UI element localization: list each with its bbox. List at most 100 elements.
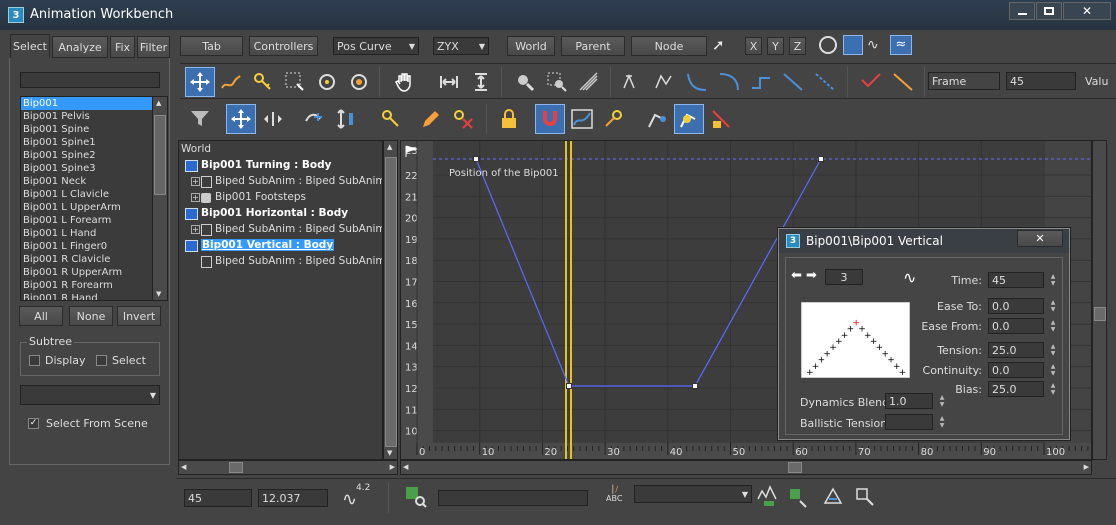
tcb-curve-icon[interactable]: ∿ xyxy=(903,268,916,287)
track-tree[interactable]: World Bip001 Turning : Body + Biped SubAnim… xyxy=(178,140,383,460)
zoom-region-icon[interactable] xyxy=(542,67,572,97)
list-item[interactable]: Bip001 R Forearm xyxy=(21,279,153,292)
filter-funnel-icon[interactable] xyxy=(185,104,215,134)
track-set-dropdown[interactable]: ▼ xyxy=(634,485,752,503)
time-spinner[interactable]: ▲ ▼ xyxy=(1047,272,1059,288)
scroll-thumb[interactable] xyxy=(229,462,243,473)
tension-input[interactable]: 25.0 xyxy=(988,342,1044,358)
selection-set-dropdown[interactable]: ▼ xyxy=(20,385,160,405)
ik-delete-icon[interactable] xyxy=(706,104,736,134)
delete-key-icon[interactable] xyxy=(448,104,478,134)
world-button[interactable]: World xyxy=(507,36,555,56)
z-axis-button[interactable]: Z xyxy=(789,37,806,55)
globe-icon[interactable] xyxy=(819,36,837,54)
maximize-button[interactable] xyxy=(1036,2,1062,20)
dynamics-blend-input[interactable]: 1.0 xyxy=(885,393,933,409)
expand-icon[interactable]: + xyxy=(191,177,200,186)
bias-spinner[interactable]: ▲ ▼ xyxy=(1047,381,1059,397)
list-item[interactable]: Bip001 Spine xyxy=(21,123,153,136)
curve-view-icon[interactable] xyxy=(567,104,597,134)
dialog-title-bar[interactable]: 3 Bip001\Bip001 Vertical ✕ xyxy=(779,229,1069,253)
tree-row[interactable]: + Biped SubAnim : Biped SubAnim xyxy=(179,174,382,190)
close-button[interactable]: ✕ xyxy=(1063,2,1111,20)
key-red-icon[interactable] xyxy=(856,67,886,97)
list-item[interactable]: Bip001 Pelvis xyxy=(21,110,153,123)
tree-scrollbar[interactable]: ▲ ▼ xyxy=(383,140,398,460)
tree-row[interactable]: + Biped SubAnim : Biped SubAnim xyxy=(179,222,382,238)
scroll-right-arrow-icon[interactable]: ▶ xyxy=(1084,463,1089,471)
list-item[interactable]: Bip001 Spine1 xyxy=(21,136,153,149)
tangent-fast-icon[interactable] xyxy=(682,67,712,97)
select-from-scene-checkbox[interactable]: ✓ xyxy=(28,418,39,429)
list-item[interactable]: Bip001 R Clavicle xyxy=(21,253,153,266)
move-keys-icon[interactable] xyxy=(185,67,215,97)
expand-icon[interactable]: + xyxy=(191,193,200,202)
minimize-button[interactable] xyxy=(1009,2,1035,20)
tab-filter[interactable]: Filter xyxy=(137,36,170,58)
target-icon[interactable] xyxy=(312,67,342,97)
scroll-down-arrow-icon[interactable]: ▼ xyxy=(156,290,161,298)
list-item[interactable]: Bip001 L Hand xyxy=(21,227,153,240)
frame-input[interactable]: 45 xyxy=(1006,72,1076,90)
tangent-slow-icon[interactable] xyxy=(714,67,744,97)
list-item[interactable]: Bip001 Spine2 xyxy=(21,149,153,162)
name-filter-input[interactable] xyxy=(20,72,160,88)
graph-vscrollbar[interactable] xyxy=(1092,140,1107,460)
curve-key[interactable] xyxy=(692,383,698,389)
status-frame-field[interactable]: 45 xyxy=(184,489,252,507)
scroll-down-arrow-icon[interactable]: ▼ xyxy=(387,449,392,457)
copy-track-set-icon[interactable] xyxy=(821,485,847,511)
ease-from-input[interactable]: 0.0 xyxy=(988,318,1044,334)
list-item[interactable]: Bip001 R UpperArm xyxy=(21,266,153,279)
curve-key[interactable] xyxy=(566,383,572,389)
time-input[interactable]: 45 xyxy=(988,272,1044,288)
list-item[interactable]: Bip001 Spine3 xyxy=(21,162,153,175)
curve-key[interactable] xyxy=(818,156,824,162)
tangent-custom-icon[interactable] xyxy=(650,67,680,97)
curve-key[interactable] xyxy=(473,156,479,162)
none-button[interactable]: None xyxy=(69,306,113,326)
continuity-input[interactable]: 0.0 xyxy=(988,362,1044,378)
curve-value-icon[interactable]: ∿ 4.2 xyxy=(342,483,372,511)
move-icon[interactable] xyxy=(226,104,256,134)
dialog-close-button[interactable]: ✕ xyxy=(1017,230,1063,247)
rename-abc-icon[interactable]: │/ABC xyxy=(606,485,622,503)
tab-fix[interactable]: Fix xyxy=(110,36,135,58)
tangent-linear-icon[interactable] xyxy=(778,67,808,97)
insert-key-icon[interactable] xyxy=(300,104,330,134)
key-icon[interactable] xyxy=(248,67,278,97)
scroll-up-arrow-icon[interactable]: ▲ xyxy=(156,99,161,107)
find-track-icon[interactable] xyxy=(404,485,430,509)
list-item[interactable]: Bip001 R Hand xyxy=(21,292,153,300)
key-orange-icon[interactable] xyxy=(600,104,630,134)
controllers-button[interactable]: Controllers xyxy=(249,36,318,56)
tangent-step-icon[interactable] xyxy=(746,67,776,97)
ballistic-tension-spinner[interactable]: ▲ ▼ xyxy=(936,414,948,430)
select-region-icon[interactable] xyxy=(280,67,310,97)
pencil-icon[interactable] xyxy=(416,104,446,134)
tangent-icon[interactable]: ∿ xyxy=(867,37,879,53)
tree-row[interactable]: World xyxy=(179,142,382,158)
zoom-icon[interactable] xyxy=(510,67,540,97)
ballistic-tension-input[interactable] xyxy=(885,414,933,430)
x-axis-button[interactable]: X xyxy=(745,37,762,55)
key-yellow-icon[interactable] xyxy=(376,104,406,134)
ik-tool-icon[interactable] xyxy=(642,104,672,134)
ease-from-spinner[interactable]: ▲ ▼ xyxy=(1047,318,1059,334)
tab-analyze[interactable]: Analyze xyxy=(52,36,108,58)
expand-icon[interactable]: + xyxy=(191,225,200,234)
all-button[interactable]: All xyxy=(19,306,63,326)
scroll-thumb[interactable] xyxy=(385,157,397,447)
draw-curve-icon[interactable] xyxy=(216,67,246,97)
target-key-icon[interactable] xyxy=(344,67,374,97)
tangent-auto-icon[interactable] xyxy=(618,67,648,97)
continuity-spinner[interactable]: ▲ ▼ xyxy=(1047,362,1059,378)
tree-row[interactable]: Bip001 Horizontal : Body xyxy=(179,206,382,222)
node-button[interactable]: Node xyxy=(631,36,707,56)
pan-hand-icon[interactable] xyxy=(390,67,420,97)
list-item[interactable]: Bip001 L Finger0 xyxy=(21,240,153,253)
list-item[interactable]: Bip001 L Clavicle xyxy=(21,188,153,201)
axis-order-select[interactable]: ZYX ▼ xyxy=(433,37,489,55)
zoom-vertical-icon[interactable] xyxy=(466,67,496,97)
next-key-arrow-icon[interactable]: ➡ xyxy=(806,268,817,283)
